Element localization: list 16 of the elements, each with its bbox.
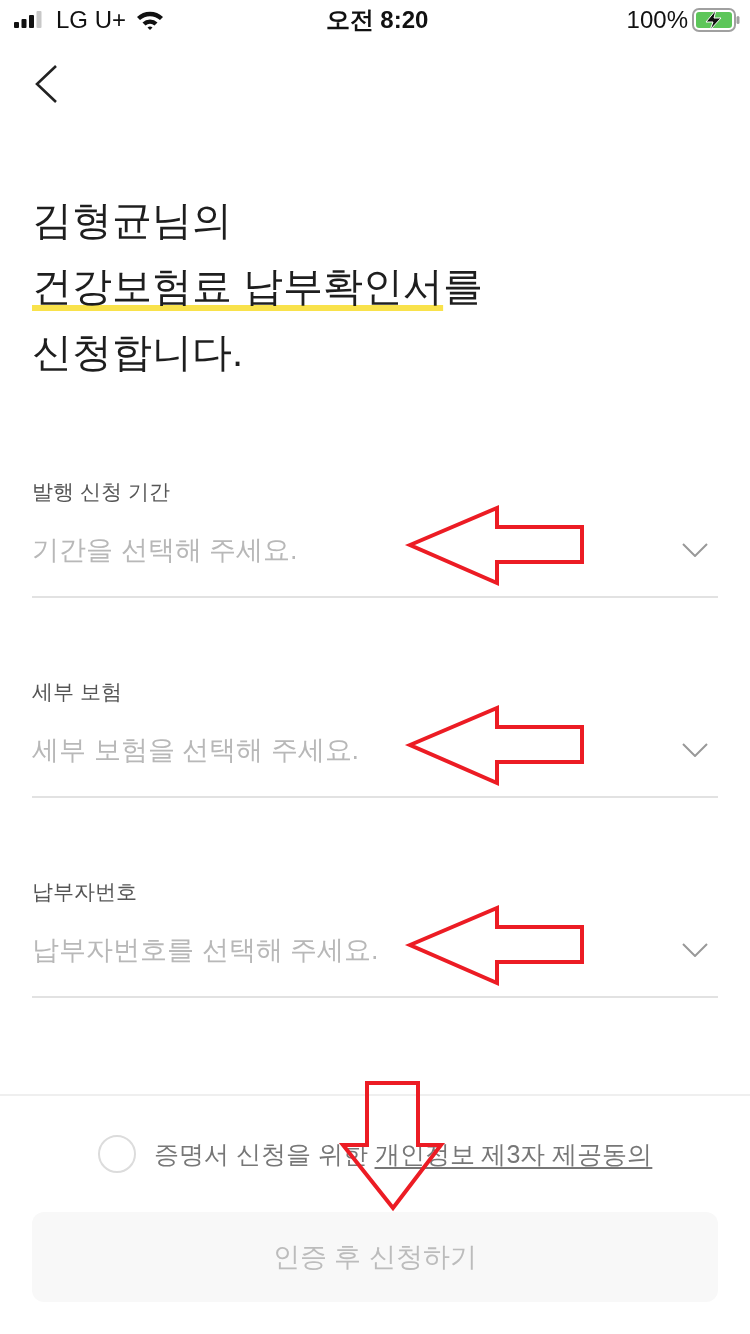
status-time: 오전 8:20 — [325, 5, 429, 35]
carrier-name: LG U+ — [56, 6, 127, 34]
signal-icon — [14, 11, 44, 29]
chevron-down-icon — [682, 943, 708, 957]
dropdown-field[interactable]: 납부자번호를 선택해 주세요. — [32, 930, 718, 998]
page-title: 김형균님의 건강보험료 납부확인서 를 신청합니다. — [31, 197, 485, 376]
field-label: 세부 보험 — [32, 679, 122, 705]
field-label: 납부자번호 — [32, 879, 137, 905]
chevron-down-icon — [682, 543, 708, 557]
checkbox[interactable] — [97, 1135, 136, 1173]
battery-percent: 100% — [626, 6, 688, 34]
dropdown-field[interactable]: 기간을 선택해 주세요. — [32, 530, 718, 598]
wifi-icon — [136, 10, 165, 30]
chevron-down-icon — [682, 743, 708, 757]
dropdown-field[interactable]: 세부 보험을 선택해 주세요. — [32, 730, 718, 798]
field-label: 발행 신청 기간 — [32, 479, 170, 505]
